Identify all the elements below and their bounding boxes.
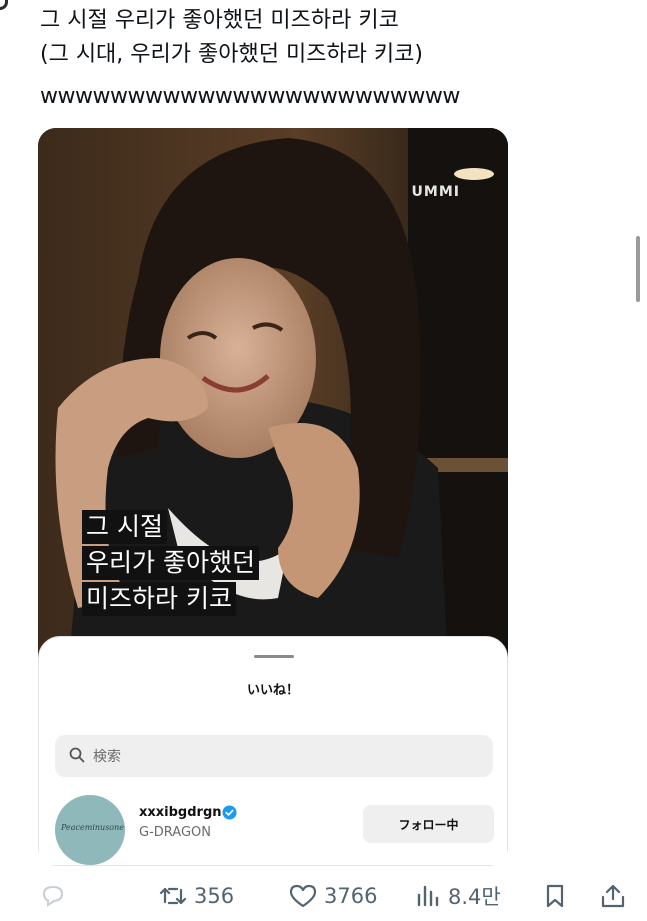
heart-icon	[289, 884, 317, 908]
share-button[interactable]	[598, 876, 628, 916]
avatar[interactable]: Peaceminusone	[55, 795, 125, 865]
photo[interactable]: UMMI 그 시절 우리가 좋아했던 미즈하라 키코	[38, 128, 508, 668]
caption-line: 그 시절	[82, 510, 167, 544]
view-count: 8.4만	[448, 885, 501, 909]
user-handle[interactable]: xxxibgdrgn	[139, 805, 222, 820]
avatar-signature: Peaceminusone	[61, 823, 124, 832]
retweet-count: 356	[194, 884, 235, 908]
bookmark-icon	[546, 884, 564, 908]
tweet-action-bar: 356 3766 8.4만	[0, 876, 647, 916]
tweet-text: 그 시절 우리가 좋아했던 미즈하라 키코 (그 시대, 우리가 좋아했던 미즈…	[40, 4, 600, 114]
like-count: 3766	[324, 884, 378, 908]
caption-line: 미즈하라 키코	[82, 582, 236, 616]
like-button[interactable]: 3766	[288, 876, 377, 916]
retweet-button[interactable]: 356	[158, 876, 234, 916]
tweet-media[interactable]: UMMI 그 시절 우리가 좋아했던 미즈하라 키코 いいね！ 検索 Peace…	[38, 128, 508, 866]
bar-chart-icon	[417, 885, 439, 907]
search-placeholder: 検索	[93, 749, 121, 765]
search-icon	[69, 747, 85, 763]
photo-caption: 그 시절 우리가 좋아했던 미즈하라 키코	[82, 510, 259, 618]
reply-button[interactable]	[38, 876, 68, 916]
scrollbar[interactable]	[636, 236, 640, 302]
bookmark-button[interactable]	[540, 876, 570, 916]
views-button[interactable]: 8.4만	[412, 876, 501, 916]
sheet-title: いいね！	[246, 683, 299, 698]
verified-badge-icon	[222, 805, 237, 820]
following-button[interactable]: フォロー中	[363, 805, 494, 843]
watermark-logo: UMMI	[411, 184, 460, 200]
share-icon	[601, 884, 625, 908]
reply-icon	[42, 885, 64, 907]
tweet-text-line: 그 시절 우리가 좋아했던 미즈하라 키코	[40, 8, 399, 33]
retweet-icon	[159, 887, 187, 905]
search-input[interactable]: 検索	[55, 735, 493, 777]
corner-fragment	[0, 0, 8, 10]
tweet-text-line: (그 시대, 우리가 좋아했던 미즈하라 키코)	[40, 42, 423, 67]
sheet-grabber-handle[interactable]	[254, 655, 294, 658]
likes-sheet: いいね！ 検索 Peaceminusone xxxibgdrgn G-DRAGO…	[38, 636, 508, 866]
caption-line: 우리가 좋아했던	[82, 546, 259, 580]
user-display-name: G-DRAGON	[139, 825, 211, 840]
tweet-text-line: wwwwwwwwwwwwwwwwwwwwwwww	[40, 84, 460, 109]
